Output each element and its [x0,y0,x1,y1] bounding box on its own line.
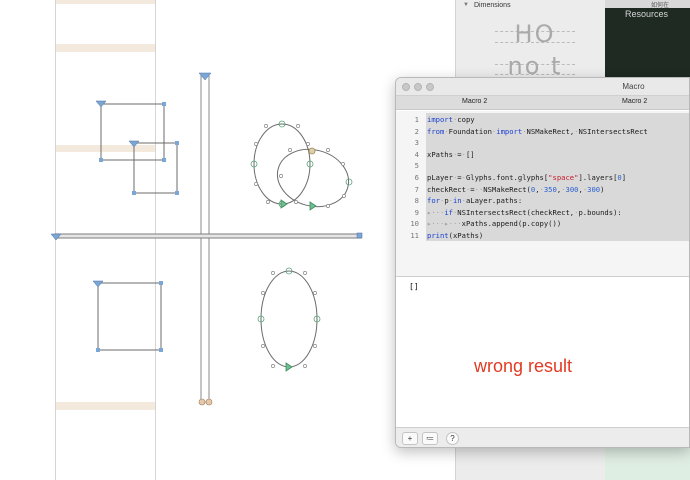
add-button[interactable]: + [402,432,418,445]
chevron-down-icon[interactable]: ▼ [463,2,469,8]
code-line[interactable]: from·Foundation·import·NSMakeRect,·NSInt… [427,127,648,136]
macro-tab-bar: Macro 2 Macro 2 [396,96,689,110]
preview-line-2: no t [507,52,563,80]
line-number: 8 [414,196,419,206]
line-number: 11 [410,231,419,240]
dimensions-preview: HO no t [495,16,575,81]
tab-macro-2-left[interactable]: Macro 2 [462,98,487,105]
output-console[interactable]: [] [396,277,689,427]
output-text: [] [409,282,419,291]
macro-bottom-bar: + ≔ ? [396,427,689,447]
preview-line-1: HO [514,20,556,48]
line-number: 3 [414,138,419,148]
background-window-title: 如何在 [651,3,670,9]
line-number: 1 [414,115,419,124]
dimensions-section-title: Dimensions [474,2,511,9]
line-number: 2 [414,126,419,136]
code-line[interactable]: xPaths·=·[] [427,150,475,159]
list-icon[interactable]: ≔ [422,432,438,445]
help-button[interactable]: ? [446,432,459,445]
dimensions-section-header[interactable]: ▼ Dimensions [456,0,606,14]
macro-window-titlebar[interactable]: Macro [396,78,689,96]
background-window-titlebar: 如何在 [605,0,690,9]
code-line[interactable]: checkRect·=··NSMakeRect(0,·350,·300,·300… [427,185,604,194]
annotation-label: wrong result [474,356,573,376]
line-number: 6 [414,173,419,182]
code-line[interactable]: print(xPaths) [427,231,483,240]
line-number: 7 [414,184,419,194]
code-line[interactable]: ▸···if·NSIntersectsRect(checkRect,·p.bou… [427,208,622,217]
macro-window-title: Macro [622,82,645,91]
code-line[interactable]: for·p·in·aLayer.paths: [427,196,522,205]
resources-menu-item[interactable]: Resources [625,9,668,19]
line-number: 10 [410,219,419,229]
background-window: 如何在 Resources [605,0,690,80]
code-editor[interactable]: 1 import·copy 2 from·Foundation·import·NSMa… [396,111,689,276]
line-number: 9 [414,207,419,217]
code-line[interactable]: import·copy [427,115,475,124]
tab-macro-2-right[interactable]: Macro 2 [622,98,647,105]
line-number: 4 [414,149,419,159]
code-line[interactable]: ▸···▸···xPaths.append(p.copy()) [427,219,561,228]
code-line[interactable]: pLayer·=·Glyphs.font.glyphs["space"].lay… [427,173,626,182]
line-number: 5 [414,161,419,171]
macro-window: Macro Macro 2 Macro 2 1 import·copy 2 from·… [395,77,690,448]
